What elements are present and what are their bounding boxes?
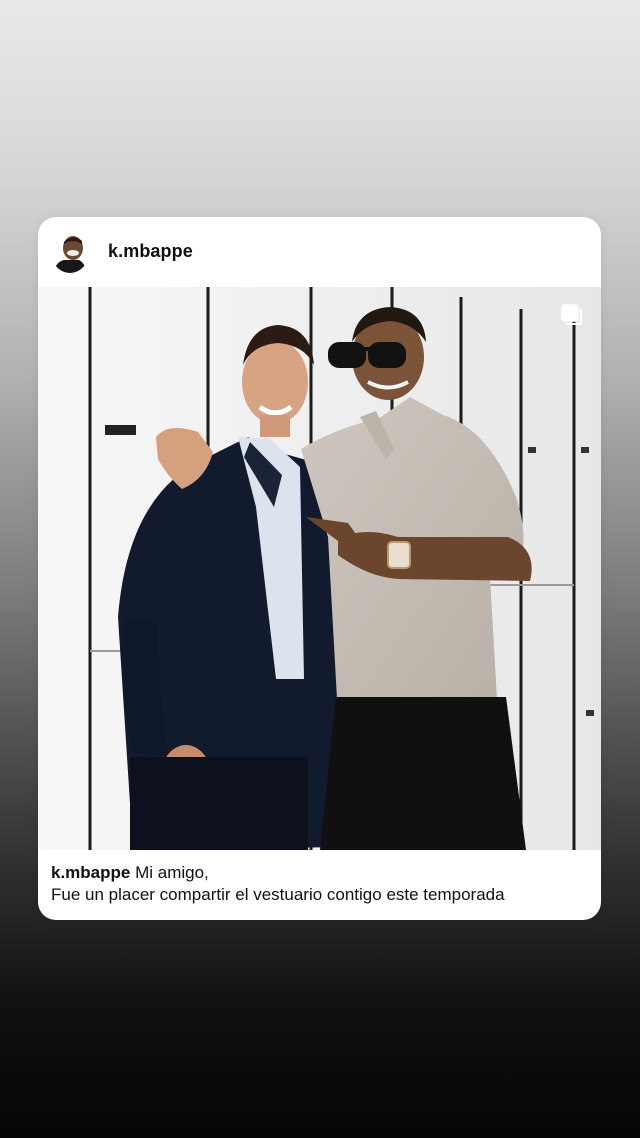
post-header: k.mbappe [38,217,601,287]
post-caption[interactable]: k.mbappe Mi amigo, Fue un placer compart… [51,862,591,906]
caption-username[interactable]: k.mbappe [51,863,130,882]
multiple-photos-icon [561,304,582,325]
post-username[interactable]: k.mbappe [108,240,193,262]
profile-avatar[interactable] [51,231,89,273]
caption-second-line: Fue un placer compartir el vestuario con… [51,885,505,904]
photo-image [38,287,601,850]
shared-post-card[interactable]: k.mbappe k.mbappe Mi amigo, Fue un place… [38,217,601,920]
post-photo[interactable] [38,287,601,850]
avatar-icon [51,231,89,273]
caption-first-line: Mi amigo, [135,863,209,882]
